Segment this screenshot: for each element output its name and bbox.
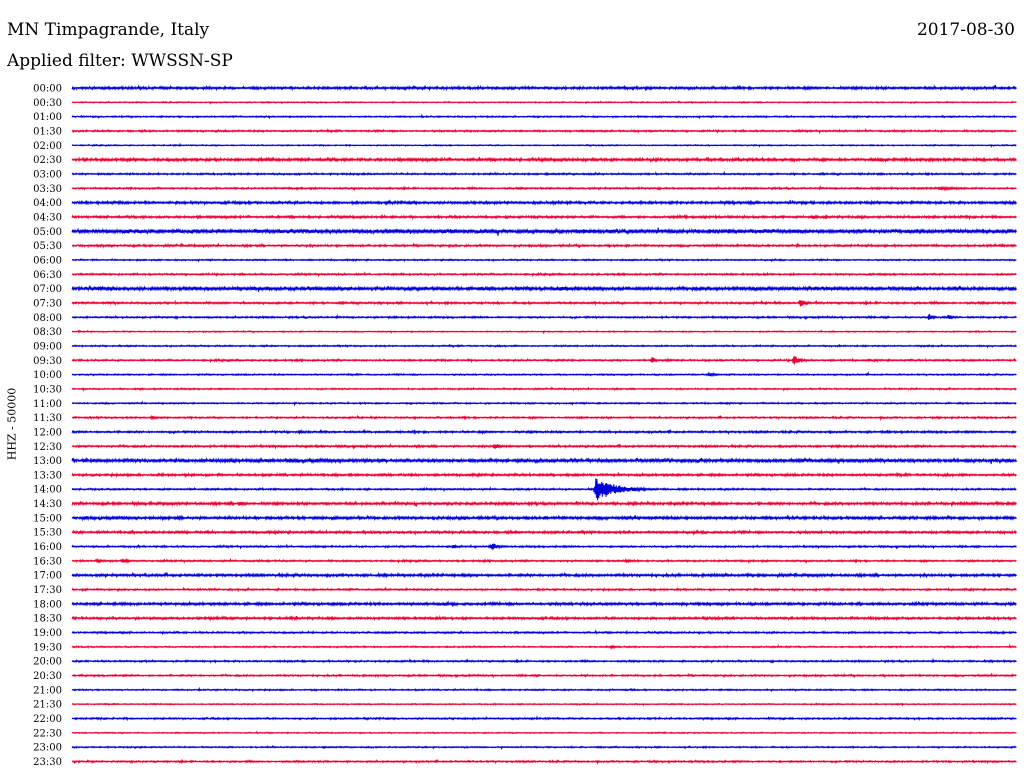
time-tick-label: 15:30 [33, 528, 62, 539]
time-tick-label: 07:00 [33, 284, 62, 295]
time-tick-label: 11:00 [33, 399, 62, 410]
time-tick-label: 13:30 [33, 470, 62, 481]
trace-row [71, 600, 1017, 608]
time-tick-labels: 00:00 00:30 01:00 01:30 02:00 02:30 03:00 03:30… [33, 84, 62, 769]
time-tick-label: 04:30 [33, 212, 62, 223]
time-tick-label: 12:30 [33, 442, 62, 453]
trace-row [71, 528, 1017, 536]
trace-row [71, 84, 1017, 92]
time-tick-label: 23:00 [33, 743, 62, 754]
trace-row [71, 442, 1017, 450]
time-tick-label: 12:00 [33, 427, 62, 438]
time-tick-label: 02:00 [33, 141, 62, 152]
trace-row [71, 227, 1017, 236]
trace-row [71, 499, 1017, 508]
time-tick-label: 23:30 [33, 757, 62, 768]
trace-row [71, 478, 1017, 501]
trace-row [71, 643, 1017, 651]
trace-row [71, 471, 1017, 479]
trace-rows [71, 84, 1017, 766]
trace-row [71, 715, 1017, 722]
trace-row [71, 672, 1017, 679]
time-tick-label: 03:30 [33, 184, 62, 195]
trace-row [71, 271, 1017, 278]
trace-row [71, 400, 1017, 407]
time-tick-label: 05:30 [33, 241, 62, 252]
time-tick-label: 17:00 [33, 571, 62, 582]
time-tick-label: 16:30 [33, 556, 62, 567]
time-tick-label: 09:30 [33, 356, 62, 367]
trace-row [71, 686, 1017, 693]
trace-row [71, 386, 1017, 392]
trace-row [71, 514, 1017, 522]
time-tick-label: 15:00 [33, 513, 62, 524]
time-tick-label: 01:30 [33, 126, 62, 137]
time-tick-label: 05:00 [33, 227, 62, 238]
trace-row [71, 213, 1017, 221]
time-tick-label: 09:00 [33, 341, 62, 352]
trace-row [71, 329, 1017, 335]
time-tick-label: 06:30 [33, 270, 62, 281]
time-tick-label: 02:30 [33, 155, 62, 166]
trace-row [71, 744, 1017, 751]
time-tick-label: 19:00 [33, 628, 62, 639]
time-tick-label: 07:30 [33, 298, 62, 309]
trace-row [71, 356, 1017, 365]
helicorder-plot: 00:00 00:30 01:00 01:30 02:00 02:30 03:00 03:30… [33, 84, 1017, 769]
trace-row [71, 428, 1017, 436]
time-tick-label: 20:00 [33, 657, 62, 668]
trace-row [71, 127, 1017, 135]
trace-row [71, 313, 1017, 321]
trace-row [71, 571, 1017, 579]
time-tick-label: 22:00 [33, 714, 62, 725]
trace-row [71, 702, 1017, 707]
trace-row [71, 657, 1017, 664]
trace-row [71, 257, 1017, 263]
trace-row [71, 614, 1017, 622]
trace-row [71, 242, 1017, 249]
time-tick-label: 10:00 [33, 370, 62, 381]
trace-row [71, 142, 1017, 148]
time-tick-label: 22:30 [33, 728, 62, 739]
time-tick-label: 18:00 [33, 599, 62, 610]
trace-row [71, 629, 1017, 636]
trace-row [71, 586, 1017, 593]
time-tick-label: 19:30 [33, 642, 62, 653]
trace-row [71, 184, 1017, 192]
trace-row [71, 371, 1017, 378]
trace-row [71, 343, 1017, 349]
trace-row [71, 284, 1017, 293]
time-tick-label: 13:00 [33, 456, 62, 467]
trace-row [71, 100, 1017, 105]
time-tick-label: 14:00 [33, 485, 62, 496]
time-tick-label: 08:30 [33, 327, 62, 338]
trace-row [71, 113, 1017, 120]
trace-row [71, 758, 1017, 766]
time-tick-label: 04:00 [33, 198, 62, 209]
time-tick-label: 17:30 [33, 585, 62, 596]
trace-row [71, 156, 1017, 164]
time-tick-label: 01:00 [33, 112, 62, 123]
trace-row [71, 199, 1017, 207]
trace-row [71, 170, 1017, 177]
time-tick-label: 21:00 [33, 685, 62, 696]
time-tick-label: 11:30 [33, 413, 62, 424]
time-tick-label: 08:00 [33, 313, 62, 324]
trace-row [71, 414, 1017, 422]
time-tick-label: 00:30 [33, 98, 62, 109]
time-tick-label: 06:00 [33, 255, 62, 266]
time-tick-label: 21:30 [33, 700, 62, 711]
time-tick-label: 14:30 [33, 499, 62, 510]
time-tick-label: 20:30 [33, 671, 62, 682]
time-tick-label: 16:00 [33, 542, 62, 553]
trace-row [71, 543, 1017, 550]
trace-row [71, 557, 1017, 565]
trace-row [71, 456, 1017, 465]
time-tick-label: 03:00 [33, 169, 62, 180]
time-tick-label: 00:00 [33, 84, 62, 95]
trace-row [71, 730, 1017, 735]
time-tick-label: 18:30 [33, 614, 62, 625]
trace-row [71, 299, 1017, 307]
time-tick-label: 10:30 [33, 384, 62, 395]
